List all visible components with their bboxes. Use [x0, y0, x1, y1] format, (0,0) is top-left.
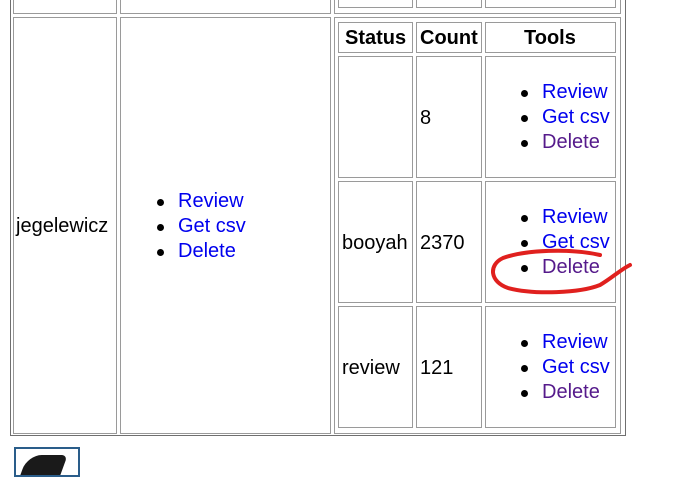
- list-item: Delete: [520, 255, 610, 280]
- get-csv-link[interactable]: Get csv: [542, 106, 610, 128]
- get-csv-link[interactable]: Get csv: [542, 356, 610, 378]
- table-cell-partial: [13, 0, 117, 14]
- row-count: 8: [420, 107, 432, 129]
- list-item: Delete: [520, 130, 610, 155]
- table-row-1-status: [338, 56, 413, 178]
- user-get-csv-link[interactable]: Get csv: [178, 215, 246, 237]
- delete-link[interactable]: Delete: [542, 256, 600, 278]
- row-tools-list: Review Get csv Delete: [520, 80, 610, 155]
- table-row-2-tools: Review Get csv Delete: [485, 181, 616, 303]
- user-actions-cell: Review Get csv Delete: [120, 17, 331, 434]
- row-status: booyah: [342, 232, 408, 254]
- get-csv-link[interactable]: Get csv: [542, 231, 610, 253]
- table-cell-partial: [120, 0, 331, 14]
- row-status: review: [342, 357, 400, 379]
- table-row-3-count: 121: [416, 306, 482, 428]
- row-tools-list: Review Get csv Delete: [520, 205, 610, 280]
- header-tools: Tools: [485, 22, 616, 53]
- row-count: 2370: [420, 232, 465, 254]
- row-tools-list: Review Get csv Delete: [520, 330, 610, 405]
- list-item: Review: [520, 80, 610, 105]
- table-row-3-tools: Review Get csv Delete: [485, 306, 616, 428]
- user-delete-link[interactable]: Delete: [178, 240, 236, 262]
- review-link[interactable]: Review: [542, 331, 608, 353]
- list-item: Delete: [156, 239, 246, 264]
- row-count: 121: [420, 357, 454, 379]
- header-status-label: Status: [345, 27, 407, 49]
- delete-link[interactable]: Delete: [542, 131, 600, 153]
- table-row-1-count: 8: [416, 56, 482, 178]
- inner-cell-partial: [338, 0, 413, 8]
- user-name: jegelewicz: [16, 215, 109, 237]
- table-row-3-status: review: [338, 306, 413, 428]
- list-item: Get csv: [156, 214, 246, 239]
- delete-link[interactable]: Delete: [542, 381, 600, 403]
- review-link[interactable]: Review: [542, 81, 608, 103]
- table-row-2-count: 2370: [416, 181, 482, 303]
- table-row-1-tools: Review Get csv Delete: [485, 56, 616, 178]
- header-count-label: Count: [420, 27, 478, 49]
- list-item: Review: [156, 189, 246, 214]
- list-item: Review: [520, 205, 610, 230]
- list-item: Review: [520, 330, 610, 355]
- list-item: Delete: [520, 380, 610, 405]
- header-status: Status: [338, 22, 413, 53]
- inner-cell-partial: [416, 0, 482, 8]
- footer-logo-icon[interactable]: [14, 447, 80, 477]
- header-count: Count: [416, 22, 482, 53]
- header-tools-label: Tools: [524, 27, 576, 49]
- list-item: Get csv: [520, 105, 610, 130]
- user-review-link[interactable]: Review: [178, 190, 244, 212]
- list-item: Get csv: [520, 230, 610, 255]
- list-item: Get csv: [520, 355, 610, 380]
- user-cell: jegelewicz: [13, 17, 117, 434]
- review-link[interactable]: Review: [542, 206, 608, 228]
- user-actions-list: Review Get csv Delete: [156, 189, 246, 264]
- inner-cell-partial: [485, 0, 616, 8]
- table-row-2-status: booyah: [338, 181, 413, 303]
